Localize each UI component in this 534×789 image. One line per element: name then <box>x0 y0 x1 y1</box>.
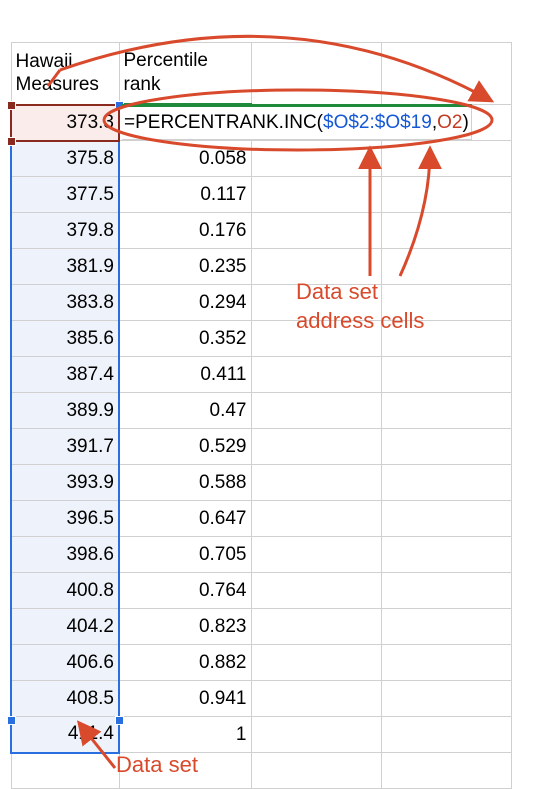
cell-measure-13[interactable]: 400.8 <box>11 573 119 609</box>
cell-rank-8[interactable]: 0.47 <box>119 393 251 429</box>
cell-measure-17[interactable]: 411.4 <box>11 717 119 753</box>
cell-measure-12[interactable]: 398.6 <box>11 537 119 573</box>
range-handle-icon[interactable] <box>7 716 16 725</box>
cell-rank-15[interactable]: 0.882 <box>119 645 251 681</box>
cell-measure-9[interactable]: 391.7 <box>11 429 119 465</box>
cell-rank-5[interactable]: 0.294 <box>119 285 251 321</box>
cell-rank-1[interactable]: 0.058 <box>119 141 251 177</box>
cell-rank-6[interactable]: 0.352 <box>119 321 251 357</box>
cell-measure-3[interactable]: 379.8 <box>11 213 119 249</box>
cell-rank-13[interactable]: 0.764 <box>119 573 251 609</box>
formula-cell-ref: O2 <box>437 112 462 134</box>
cell-measure-10[interactable]: 393.9 <box>11 465 119 501</box>
cell-rank-16[interactable]: 0.941 <box>119 681 251 717</box>
cell-measure-6[interactable]: 385.6 <box>11 321 119 357</box>
range-handle-icon[interactable] <box>7 137 16 146</box>
cell-rank-2[interactable]: 0.117 <box>119 177 251 213</box>
cell-measure-16[interactable]: 408.5 <box>11 681 119 717</box>
spreadsheet-grid[interactable]: Hawaii Measures Percentile rank 373.3 37… <box>10 42 512 789</box>
formula-prefix: =PERCENTRANK.INC( <box>124 112 323 134</box>
cell-rank-17[interactable]: 1 <box>119 717 251 753</box>
cell-rank-12[interactable]: 0.705 <box>119 537 251 573</box>
cell-rank-9[interactable]: 0.529 <box>119 429 251 465</box>
range-handle-icon[interactable] <box>115 716 124 725</box>
cell-rank-4[interactable]: 0.235 <box>119 249 251 285</box>
formula-suffix: ) <box>462 112 468 134</box>
cell-rank-7[interactable]: 0.411 <box>119 357 251 393</box>
header-hawaii-measures: Hawaii Measures <box>11 43 119 105</box>
cell-measure-8[interactable]: 389.9 <box>11 393 119 429</box>
cell-measure-11[interactable]: 396.5 <box>11 501 119 537</box>
cell-measure-2[interactable]: 377.5 <box>11 177 119 213</box>
cell-measure-0[interactable]: 373.3 <box>11 105 119 141</box>
cell-rank-14[interactable]: 0.823 <box>119 609 251 645</box>
header-percentile-rank: Percentile rank <box>119 43 251 105</box>
formula-display: =PERCENTRANK.INC($O$2:$O$19,O2) <box>122 104 472 140</box>
cell-measure-7[interactable]: 387.4 <box>11 357 119 393</box>
cell-measure-5[interactable]: 383.8 <box>11 285 119 321</box>
formula-range-ref: $O$2:$O$19 <box>323 112 432 134</box>
cell-rank-10[interactable]: 0.588 <box>119 465 251 501</box>
cell-measure-4[interactable]: 381.9 <box>11 249 119 285</box>
cell-measure-14[interactable]: 404.2 <box>11 609 119 645</box>
range-handle-icon[interactable] <box>7 101 16 110</box>
cell-rank-11[interactable]: 0.647 <box>119 501 251 537</box>
cell-measure-15[interactable]: 406.6 <box>11 645 119 681</box>
cell-measure-1[interactable]: 375.8 <box>11 141 119 177</box>
cell-rank-3[interactable]: 0.176 <box>119 213 251 249</box>
